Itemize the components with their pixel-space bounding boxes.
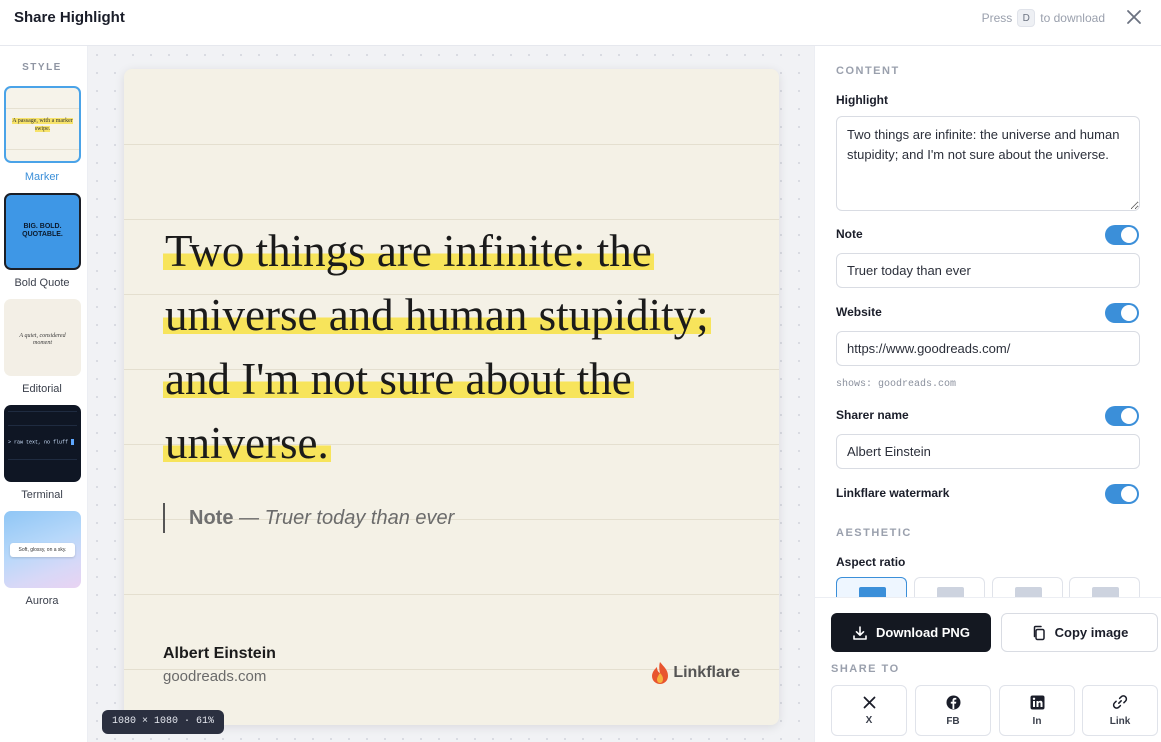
- style-thumb-aurora[interactable]: Soft, glossy, on a sky.: [4, 511, 81, 588]
- thumb-preview-text: Soft, glossy, on a sky.: [10, 543, 75, 557]
- share-facebook-button[interactable]: FB: [915, 685, 991, 736]
- note-text: — Truer today than ever: [239, 507, 455, 529]
- aesthetic-section-label: AESTHETIC: [836, 527, 912, 539]
- brand-name: Linkflare: [673, 664, 740, 681]
- thumb-preview-text: > raw text, no fluff: [8, 439, 75, 445]
- style-section-label: STYLE: [22, 62, 62, 73]
- card-quote: Two things are infinite: the universe an…: [163, 219, 753, 475]
- preview-canvas: Two things are infinite: the universe an…: [88, 46, 814, 742]
- card-sharer-name: Albert Einstein: [163, 645, 276, 662]
- share-link-button[interactable]: Link: [1082, 685, 1158, 736]
- note-toggle[interactable]: [1105, 225, 1139, 245]
- copy-label: Copy image: [1054, 625, 1129, 640]
- canvas-dimensions-badge: 1080 × 1080 · 61%: [102, 710, 225, 734]
- content-section-label: CONTENT: [836, 65, 900, 77]
- style-thumb-editorial[interactable]: A quiet, considered moment: [4, 299, 81, 376]
- share-x-label: X: [865, 714, 873, 726]
- watermark-label: Linkflare watermark: [836, 486, 950, 500]
- download-icon: [853, 625, 867, 640]
- card-rule: [124, 144, 779, 145]
- sharer-name-input[interactable]: [836, 434, 1140, 469]
- share-linkedin-label: In: [1032, 715, 1042, 727]
- thumb-preview-text: BIG. BOLD. QUOTABLE.: [22, 223, 63, 238]
- quote-text: Two things are infinite: the universe an…: [163, 226, 711, 468]
- card-note: Note — Truer today than ever: [163, 503, 454, 533]
- close-icon[interactable]: [1125, 8, 1143, 26]
- hint-prefix: Press: [981, 11, 1013, 25]
- link-icon: [1112, 695, 1128, 709]
- share-to-label: SHARE TO: [831, 663, 900, 675]
- download-label: Download PNG: [876, 625, 970, 640]
- download-png-button[interactable]: Download PNG: [831, 613, 991, 652]
- website-label: Website: [836, 305, 882, 319]
- sharer-name-label: Sharer name: [836, 408, 909, 422]
- x-icon: [863, 696, 875, 708]
- style-sidebar: STYLE A passage, with a marker swipe. Ma…: [0, 46, 88, 742]
- card-website: goodreads.com: [163, 668, 267, 685]
- style-thumb-bold-quote[interactable]: BIG. BOLD. QUOTABLE.: [4, 193, 81, 270]
- watermark-toggle[interactable]: [1105, 484, 1139, 504]
- card-rule: [124, 594, 779, 595]
- style-caption-terminal[interactable]: Terminal: [0, 489, 84, 501]
- note-label: Note: [836, 227, 863, 241]
- facebook-icon: [946, 695, 960, 709]
- style-caption-editorial[interactable]: Editorial: [0, 383, 84, 395]
- style-thumb-terminal[interactable]: > raw text, no fluff: [4, 405, 81, 482]
- hint-suffix: to download: [1040, 11, 1105, 25]
- website-input[interactable]: [836, 331, 1140, 366]
- copy-image-button[interactable]: Copy image: [1001, 613, 1158, 652]
- linkflare-logo-icon: [652, 662, 669, 684]
- website-shows-hint: shows: goodreads.com: [836, 379, 957, 390]
- note-input[interactable]: [836, 253, 1140, 288]
- sharer-name-toggle[interactable]: [1105, 406, 1139, 426]
- style-caption-aurora[interactable]: Aurora: [0, 595, 84, 607]
- action-footer: Download PNG Copy image SHARE TO X FB In…: [815, 597, 1161, 742]
- highlight-card: Two things are infinite: the universe an…: [124, 69, 779, 725]
- linkflare-watermark: Linkflare: [650, 661, 740, 685]
- thumb-preview-text: A quiet, considered moment: [19, 333, 66, 346]
- thumb-rule: [6, 149, 79, 150]
- thumb-rule: [8, 459, 77, 460]
- linkedin-icon: [1030, 695, 1044, 709]
- thumb-rule: [6, 108, 79, 109]
- copy-icon: [1033, 625, 1045, 640]
- share-x-button[interactable]: X: [831, 685, 907, 736]
- share-facebook-label: FB: [946, 715, 960, 727]
- website-toggle[interactable]: [1105, 303, 1139, 323]
- highlight-textarea[interactable]: Two things are infinite: the universe an…: [836, 116, 1140, 211]
- dialog-title: Share Highlight: [14, 9, 125, 26]
- thumb-rule: [8, 411, 77, 412]
- style-thumb-marker[interactable]: A passage, with a marker swipe.: [4, 86, 81, 163]
- style-caption-bold-quote[interactable]: Bold Quote: [0, 277, 84, 289]
- style-caption-marker[interactable]: Marker: [0, 171, 84, 183]
- thumb-preview-text: A passage, with a marker swipe.: [12, 118, 73, 132]
- settings-panel: CONTENT Highlight Two things are infinit…: [814, 46, 1161, 742]
- aspect-ratio-label: Aspect ratio: [836, 555, 906, 569]
- share-link-label: Link: [1109, 716, 1131, 727]
- hint-key: D: [1017, 9, 1036, 27]
- download-hint: Press D to download: [982, 9, 1105, 27]
- thumb-rule: [8, 425, 77, 426]
- note-label: Note: [189, 507, 234, 529]
- header-bar: Share Highlight Press D to download: [0, 0, 1161, 46]
- share-linkedin-button[interactable]: In: [999, 685, 1075, 736]
- highlight-label: Highlight: [836, 93, 888, 107]
